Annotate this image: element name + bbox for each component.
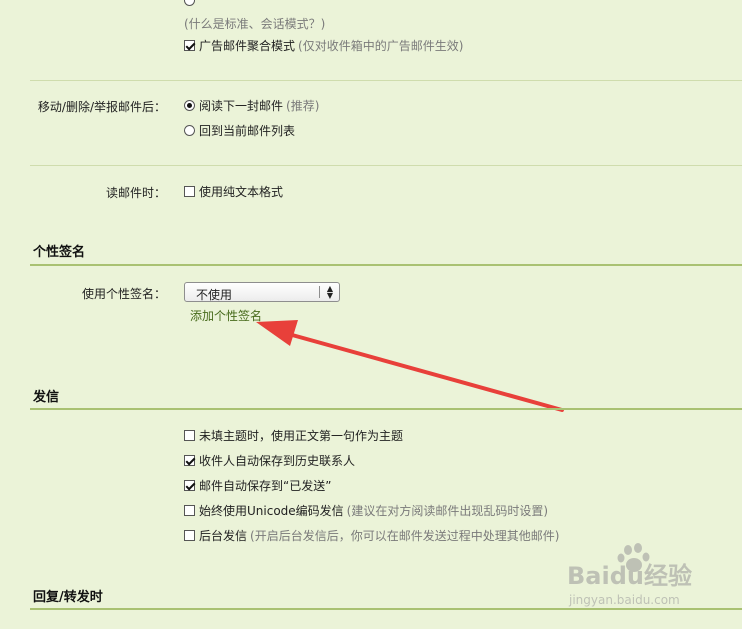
send-option-checkbox[interactable] (184, 505, 195, 516)
send-option-hint: (建议在对方阅读邮件出现乱码时设置) (346, 504, 549, 518)
arrow-head-icon (256, 320, 298, 346)
send-option-checkbox[interactable] (184, 480, 195, 491)
reply-section-title: 回复/转发时 (33, 590, 103, 605)
section-divider (30, 408, 742, 410)
arrow-shaft (283, 331, 564, 412)
send-section-title: 发信 (33, 390, 60, 405)
send-option-label: 后台发信 (199, 529, 248, 543)
send-option[interactable]: 后台发信 (开启后台发信后，你可以在邮件发送过程中处理其他邮件) (184, 527, 559, 544)
baidu-jingyan-watermark: Baidu经验 jingyan.baidu.com (567, 543, 692, 607)
send-option[interactable]: 未填主题时，使用正文第一句作为主题 (184, 427, 403, 444)
send-option-label: 收件人自动保存到历史联系人 (199, 454, 356, 468)
send-option[interactable]: 邮件自动保存到“已发送” (184, 477, 331, 494)
send-option-label: 始终使用Unicode编码发信 (199, 504, 344, 518)
send-option[interactable]: 始终使用Unicode编码发信 (建议在对方阅读邮件出现乱码时设置) (184, 502, 548, 519)
send-option-checkbox[interactable] (184, 430, 195, 441)
send-option-hint: (开启后台发信后，你可以在邮件发送过程中处理其他邮件) (250, 529, 560, 543)
send-option[interactable]: 收件人自动保存到历史联系人 (184, 452, 355, 469)
send-option-label: 未填主题时，使用正文第一句作为主题 (199, 429, 404, 443)
send-option-label: 邮件自动保存到“已发送” (199, 479, 332, 493)
send-option-checkbox[interactable] (184, 530, 195, 541)
watermark-brand: Baidu经验 (567, 562, 692, 590)
send-option-checkbox[interactable] (184, 455, 195, 466)
watermark-url: jingyan.baidu.com (568, 593, 680, 607)
